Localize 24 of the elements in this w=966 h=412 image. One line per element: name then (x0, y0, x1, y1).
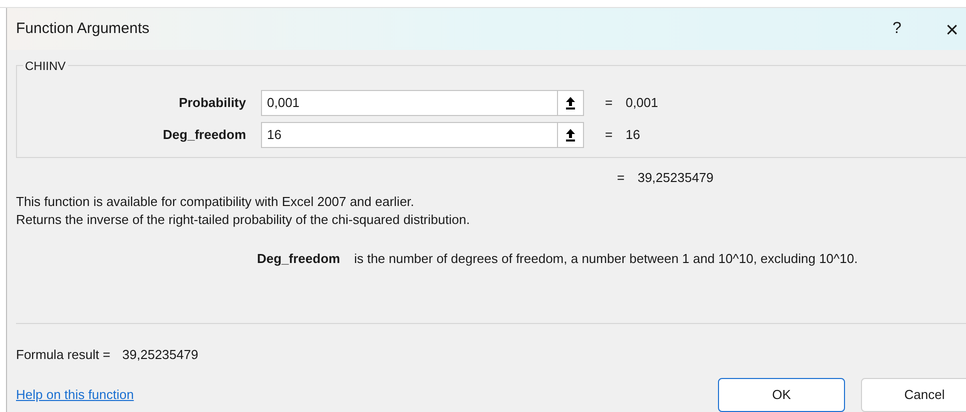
formula-result-label: Formula result = (16, 346, 110, 364)
help-button[interactable]: ? (882, 17, 912, 41)
upload-arrow-icon (565, 128, 576, 142)
argument-result: 16 (626, 126, 640, 144)
ok-button[interactable]: OK (718, 378, 845, 412)
cancel-button[interactable]: Cancel (861, 378, 966, 412)
argument-name: Deg_freedom (257, 250, 340, 268)
equals-sign: = (605, 94, 613, 112)
argument-description: is the number of degrees of freedom, a number between 1 and 10^10, excluding 10^10. (354, 250, 858, 268)
description-text: Returns the inverse of the right-tailed probability of the chi-squared distribution. (16, 211, 471, 229)
formula-result-value: 39,25235479 (122, 346, 198, 364)
argument-input[interactable]: 0,001 (261, 90, 584, 116)
argument-label: Deg_freedom (162, 126, 247, 144)
close-button[interactable]: × (940, 12, 964, 46)
argument-result: 0,001 (626, 94, 658, 112)
equals-sign: = (617, 169, 625, 188)
argument-label: Probability (178, 94, 247, 112)
equals-sign: = (605, 126, 613, 144)
help-link[interactable]: Help on this function (16, 385, 134, 405)
upload-arrow-icon (565, 96, 576, 110)
description-text: This function is available for compatibility with Excel 2007 and earlier. (16, 193, 416, 211)
argument-input[interactable]: 16 (261, 122, 584, 148)
window-title: Function Arguments (16, 18, 150, 39)
total-result: 39,25235479 (638, 169, 714, 188)
